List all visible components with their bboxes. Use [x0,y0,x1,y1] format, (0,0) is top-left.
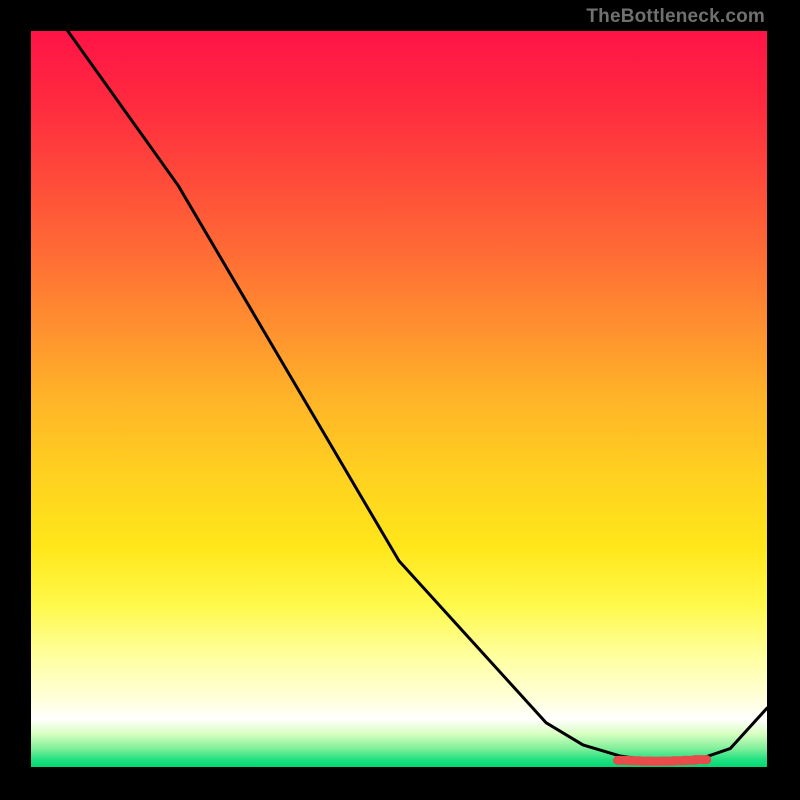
series-markers [617,760,706,762]
watermark-text: TheBottleneck.com [586,6,765,28]
series-line [68,31,767,761]
chart-overlay [31,31,767,767]
chart-frame: TheBottleneck.com [0,0,800,800]
plot-area [31,31,767,767]
